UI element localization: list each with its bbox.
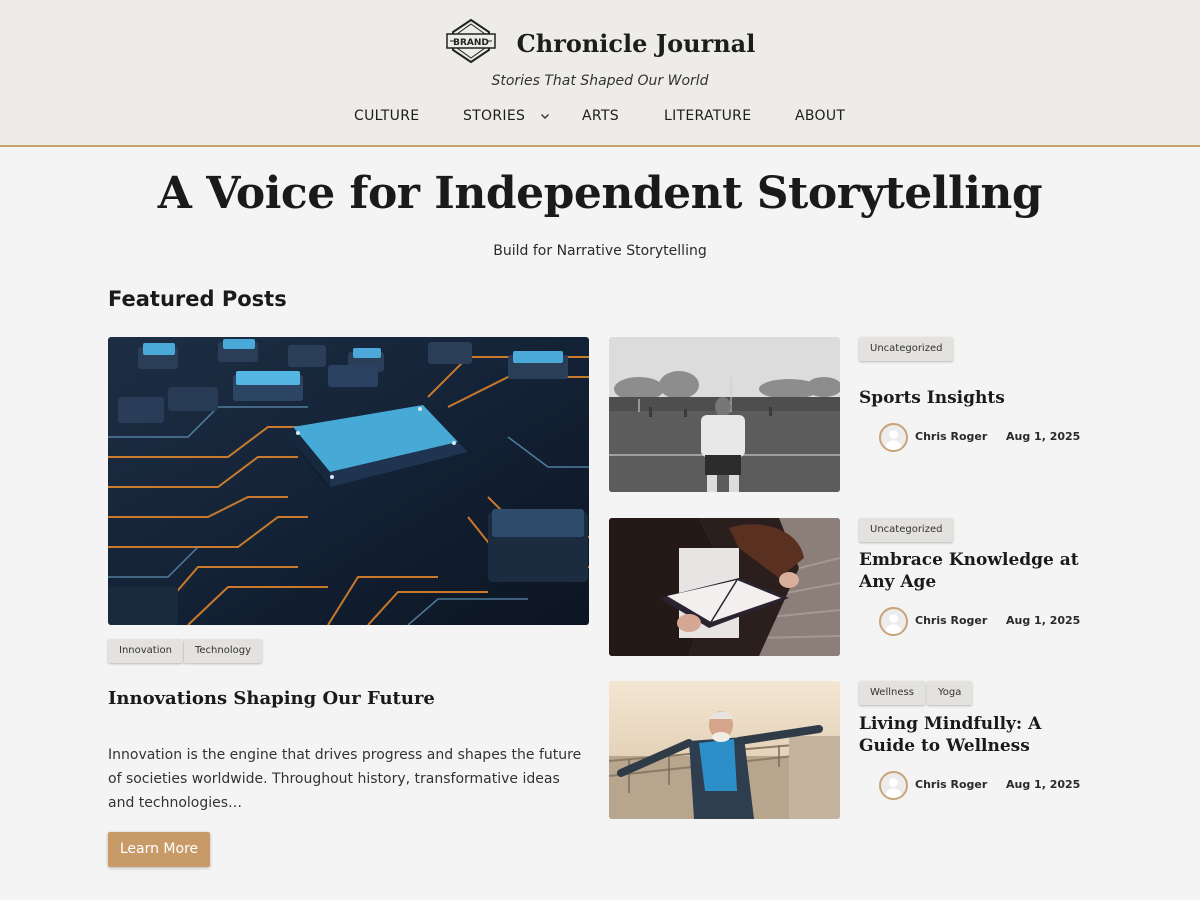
author-avatar-icon <box>879 607 908 636</box>
featured-main-excerpt: Innovation is the engine that drives pro… <box>108 747 582 811</box>
nav-item-literature[interactable]: LITERATURE <box>664 108 751 124</box>
post-3-tag-wellness[interactable]: Wellness <box>859 681 925 705</box>
hero-title: A Voice for Independent Storytelling <box>157 168 1043 219</box>
post-3-title[interactable]: Living Mindfully: A Guide to Wellness <box>859 713 1089 757</box>
featured-main-title[interactable]: Innovations Shaping Our Future <box>108 688 435 709</box>
brand-logo[interactable]: BRAND <box>445 18 517 68</box>
nav-item-arts[interactable]: ARTS <box>582 108 619 124</box>
post-1-author[interactable]: Chris Roger <box>915 430 987 443</box>
post-3-author[interactable]: Chris Roger <box>915 778 987 791</box>
chevron-down-icon[interactable] <box>539 110 551 122</box>
post-1-image[interactable] <box>609 337 840 492</box>
post-2-date: Aug 1, 2025 <box>1006 614 1081 627</box>
post-1-date: Aug 1, 2025 <box>1006 430 1081 443</box>
nav-item-culture[interactable]: CULTURE <box>354 108 419 124</box>
site-title[interactable]: Chronicle Journal <box>517 29 756 58</box>
post-1-title[interactable]: Sports Insights <box>859 387 1089 409</box>
nav-item-stories[interactable]: STORIES <box>463 108 525 124</box>
site-header: BRAND Chronicle Journal Stories That Sha… <box>0 0 1200 147</box>
learn-more-button[interactable]: Learn More <box>108 832 210 867</box>
post-2-author[interactable]: Chris Roger <box>915 614 987 627</box>
tag-technology[interactable]: Technology <box>184 639 263 663</box>
post-2-title[interactable]: Embrace Knowledge at Any Age <box>859 549 1089 593</box>
hero-subtitle: Build for Narrative Storytelling <box>493 243 707 259</box>
author-avatar-icon <box>879 771 908 800</box>
featured-main-image[interactable] <box>108 337 589 625</box>
post-3-date: Aug 1, 2025 <box>1006 778 1081 791</box>
section-title: Featured Posts <box>108 287 287 311</box>
brand: BRAND Chronicle Journal <box>0 18 1200 68</box>
svg-text:BRAND: BRAND <box>453 38 489 48</box>
tag-innovation[interactable]: Innovation <box>108 639 183 663</box>
site-tagline: Stories That Shaped Our World <box>491 73 709 89</box>
post-2-image[interactable] <box>609 518 840 656</box>
nav-item-about[interactable]: ABOUT <box>795 108 845 124</box>
main-nav: CULTURE STORIES ARTS LITERATURE ABOUT <box>0 108 1200 128</box>
post-1-tag[interactable]: Uncategorized <box>859 337 954 361</box>
author-avatar-icon <box>879 423 908 452</box>
post-3-image[interactable] <box>609 681 840 819</box>
post-2-tag[interactable]: Uncategorized <box>859 518 954 542</box>
post-3-tag-yoga[interactable]: Yoga <box>927 681 973 705</box>
